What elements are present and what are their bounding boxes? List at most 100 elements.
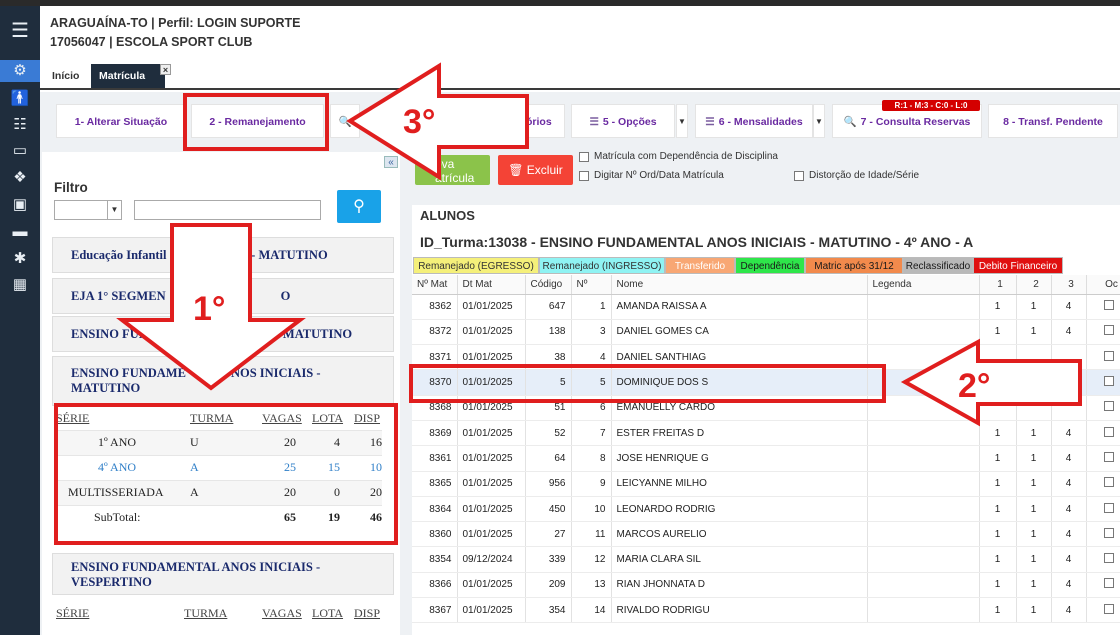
serie: MULTISSERIADA (56, 479, 190, 505)
tab-matricula[interactable]: Matrícula × (91, 64, 171, 88)
gear-icon[interactable]: ✱ (0, 248, 40, 270)
menu-icon[interactable]: ☰ (0, 20, 40, 42)
table-row[interactable]: 8370 01/01/2025 5 5 DOMINIQUE DOS S (412, 369, 1120, 396)
row-checkbox[interactable] (1104, 578, 1114, 589)
cell-mat: 8368 (412, 395, 458, 421)
opcoes-dropdown-icon[interactable]: ▼ (676, 104, 688, 138)
grid-col-header[interactable]: Legenda (867, 275, 980, 295)
series-table-2: SÉRIE TURMA VAGAS LOTA DISP (56, 602, 382, 624)
col-lota: LOTA (312, 411, 344, 426)
cell-legenda (867, 471, 980, 497)
group-title-rest: OS - MATUTINO (255, 326, 353, 341)
row-checkbox[interactable] (1104, 401, 1114, 412)
chk-distorcao[interactable]: Distorção de Idade/Série (794, 170, 919, 181)
table-row[interactable]: 8368 01/01/2025 51 6 EMANUELLY CARDO (412, 395, 1120, 421)
grid-col-header[interactable]: 3 (1051, 275, 1087, 295)
table-row[interactable]: 8365 01/01/2025 956 9 LEICYANNE MILHO 1 1 4 (412, 471, 1120, 497)
table-icon[interactable]: ▦ (0, 274, 40, 296)
table-row[interactable]: 8364 01/01/2025 450 10 LEONARDO RODRIG 1 1 4 (412, 496, 1120, 523)
chk-digitar[interactable]: Digitar Nº Ord/Data Matrícula (579, 170, 724, 181)
table-row[interactable]: 8371 01/01/2025 38 4 DANIEL SANTHIAG (412, 344, 1120, 371)
table-row[interactable]: 1º ANO U 20 4 16 (56, 429, 382, 455)
cell-c1: 1 (979, 294, 1017, 320)
table-row[interactable]: 8354 09/12/2024 339 12 MARIA CLARA SIL 1 1 4 (412, 546, 1120, 573)
transf-pendente-button[interactable]: 8 - Transf. Pendente (988, 104, 1118, 138)
grid-col-header[interactable]: Dt Mat (457, 275, 526, 295)
tab-inicio[interactable]: Início (44, 64, 87, 88)
mensalidades-dropdown-icon[interactable]: ▼ (813, 104, 825, 138)
alterar-situacao-button[interactable]: 1- Alterar Situação (56, 104, 186, 138)
table-row[interactable]: 8360 01/01/2025 27 11 MARCOS AURELIO 1 1 4 (412, 521, 1120, 548)
mensalidades-label: 6 - Mensalidades (718, 116, 803, 128)
mensalidades-button[interactable]: ☰ 6 - Mensalidades (695, 104, 813, 138)
row-checkbox[interactable] (1104, 300, 1114, 311)
tab-close-icon[interactable]: × (160, 64, 171, 75)
group-educacao-infantil[interactable]: Educação Infantil cola - MATUTINO (52, 237, 394, 273)
grid-col-header[interactable]: Oc (1086, 275, 1120, 295)
grid-col-header[interactable]: Código (525, 275, 572, 295)
filter-select[interactable]: ▼ (54, 200, 122, 220)
cell-nome: RIVALDO RODRIGU (611, 597, 868, 624)
table-row[interactable]: MULTISSERIADA A 20 0 20 (56, 479, 382, 505)
person-icon[interactable]: 🚹 (0, 88, 40, 110)
table-row[interactable]: 8366 01/01/2025 209 13 RIAN JHONNATA D114 (412, 572, 1120, 599)
cell-c3: 4 (1051, 294, 1087, 320)
group-ensino-fund-finais[interactable]: ENSINO FUNDA OS - MATUTINO (52, 316, 394, 352)
bus-icon[interactable]: ▣ (0, 194, 40, 216)
cell-c2: 1 (1016, 546, 1052, 573)
row-checkbox[interactable] (1104, 325, 1114, 336)
row-checkbox[interactable] (1104, 376, 1114, 387)
opcoes-button[interactable]: ☰ 5 - Opções (571, 104, 675, 138)
chk-dependencia[interactable]: Matrícula com Dependência de Disciplina (579, 151, 778, 162)
dropbox-icon[interactable]: ❖ (0, 167, 40, 189)
table-row[interactable]: 4º ANO A 25 15 10 (56, 454, 382, 480)
monitor-icon[interactable]: ▬ (0, 221, 40, 243)
cell-mat: 8369 (412, 420, 458, 447)
col-serie: SÉRIE (56, 605, 90, 620)
group-ensino-fund-iniciais-vespertino[interactable]: ENSINO FUNDAMENTAL ANOS INICIAIS - VESPE… (52, 553, 394, 595)
nova-matricula-button[interactable]: ova atrícula (415, 155, 490, 185)
checkbox[interactable] (579, 151, 589, 162)
list-icon[interactable]: ☷ (0, 114, 40, 136)
row-checkbox[interactable] (1104, 527, 1114, 538)
group-ensino-fund-iniciais-matutino[interactable]: ENSINO FUNDAME NOS INICIAIS - MATUTINO (52, 356, 394, 406)
gears-icon[interactable]: ⚙ (0, 60, 40, 82)
remanejamento-button[interactable]: 2 - Remanejamento (191, 104, 324, 138)
grid-col-header[interactable]: 2 (1016, 275, 1052, 295)
row-checkbox[interactable] (1104, 502, 1114, 513)
row-checkbox[interactable] (1104, 451, 1114, 462)
card-icon[interactable]: ▭ (0, 140, 40, 162)
checkbox[interactable] (794, 170, 804, 181)
table-row[interactable]: 8362 01/01/2025 647 1 AMANDA RAISSA A114 (412, 294, 1120, 320)
excluir-button[interactable]: 🗑 Excluir (498, 155, 573, 185)
cell-oc (1086, 521, 1120, 548)
table-row[interactable]: 8369 01/01/2025 52 7 ESTER FREITAS D114 (412, 420, 1120, 447)
row-checkbox[interactable] (1104, 477, 1114, 488)
cell-c2: 1 (1016, 521, 1052, 548)
tab-bar: Início Matrícula × (40, 60, 1120, 90)
relatorios-button[interactable]: órios (505, 104, 565, 138)
cell-c2: 1 (1016, 420, 1052, 447)
cell-nome: LEICYANNE MILHO (611, 471, 868, 497)
row-checkbox[interactable] (1104, 603, 1114, 614)
grid-col-header[interactable]: Nº Mat (412, 275, 458, 295)
cell-mat: 8354 (412, 546, 458, 573)
cell-dt: 01/01/2025 (457, 496, 526, 523)
search-icon[interactable]: 🔍 (330, 104, 360, 138)
table-row[interactable]: 8367 01/01/2025 354 14 RIVALDO RODRIGU 1 1 4 (412, 597, 1120, 624)
grid-col-header[interactable]: Nº (571, 275, 612, 295)
row-checkbox[interactable] (1104, 426, 1114, 437)
table-row[interactable]: 8361 01/01/2025 64 8 JOSE HENRIQUE G114 (412, 445, 1120, 472)
chk-label: Matrícula com Dependência de Disciplina (594, 151, 778, 162)
table-row[interactable]: 8372 01/01/2025 138 3 DANIEL GOMES CA 1 1 4 (412, 319, 1120, 346)
row-checkbox[interactable] (1104, 553, 1114, 564)
grid-col-header[interactable]: 1 (979, 275, 1017, 295)
filter-input[interactable] (134, 200, 321, 220)
cell-oc (1086, 471, 1120, 497)
checkbox[interactable] (579, 170, 589, 181)
filter-search-button[interactable]: ⚲ (337, 190, 381, 223)
grid-col-header[interactable]: Nome (611, 275, 868, 295)
row-checkbox[interactable] (1104, 350, 1114, 361)
group-eja[interactable]: EJA 1° SEGMEN O (52, 278, 394, 314)
collapse-icon[interactable]: « (384, 156, 398, 168)
